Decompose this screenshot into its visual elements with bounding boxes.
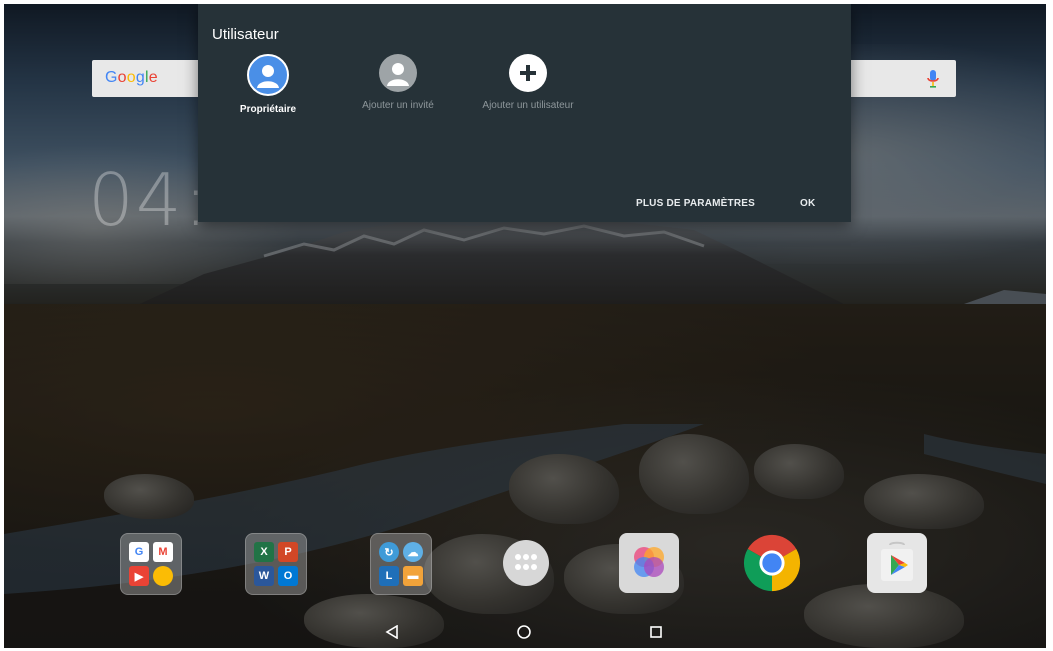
dialog-title: Utilisateur	[212, 26, 279, 43]
chrome-icon	[743, 534, 801, 592]
excel-icon: X	[254, 542, 274, 562]
add-user-icon	[509, 54, 547, 92]
user-add-user-label: Ajouter un utilisateur	[482, 100, 574, 111]
word-icon: W	[254, 566, 274, 586]
ok-button[interactable]: OK	[800, 198, 815, 209]
back-icon	[385, 625, 398, 639]
keep-icon	[153, 566, 173, 586]
play-store[interactable]	[867, 533, 927, 593]
guest-avatar-icon	[379, 54, 417, 92]
google-logo-letter: g	[135, 69, 145, 86]
folder-icon: G M ▶	[129, 542, 173, 586]
recents-button[interactable]	[644, 622, 668, 642]
google-logo-letter: e	[148, 69, 158, 86]
user-add-user[interactable]: Ajouter un utilisateur	[458, 54, 598, 111]
google-apps-folder[interactable]: G M ▶	[120, 533, 182, 595]
powerpoint-icon: P	[278, 542, 298, 562]
folder-icon: X P W O	[254, 542, 298, 586]
lenovo-apps-folder[interactable]: ↻ ☁ L ▬	[370, 533, 432, 595]
google-icon: G	[129, 542, 149, 562]
lenovo-icon: L	[379, 566, 399, 586]
more-settings-button[interactable]: PLUS DE PARAMÈTRES	[636, 198, 755, 209]
back-button[interactable]	[380, 622, 404, 642]
user-switcher-dialog: Utilisateur Propriétaire Ajouter un invi…	[198, 4, 851, 222]
outlook-icon: O	[278, 566, 298, 586]
circles-app-icon	[634, 547, 664, 577]
owner-avatar-icon	[247, 54, 289, 96]
sync-icon: ↻	[379, 542, 399, 562]
google-logo-letter: o	[117, 69, 127, 86]
office-apps-folder[interactable]: X P W O	[245, 533, 307, 595]
user-add-guest-label: Ajouter un invité	[362, 100, 434, 111]
play-store-icon	[881, 541, 913, 581]
recents-icon	[650, 626, 662, 638]
android-home-screen: Google 04: Utilisateur Propriétaire Ajou…	[4, 4, 1046, 648]
google-logo-letter: o	[126, 69, 136, 86]
home-clock: 04:	[88, 158, 210, 242]
user-add-guest[interactable]: Ajouter un invité	[328, 54, 468, 111]
app-drawer[interactable]	[496, 533, 556, 593]
home-icon	[517, 625, 531, 639]
app-drawer-icon	[503, 540, 549, 586]
circles-app[interactable]	[619, 533, 679, 593]
user-owner[interactable]: Propriétaire	[198, 54, 338, 115]
mic-icon[interactable]	[926, 69, 940, 89]
google-logo: Google	[105, 69, 158, 87]
cloud-icon: ☁	[403, 542, 423, 562]
file-icon: ▬	[403, 566, 423, 586]
google-logo-letter: G	[105, 69, 118, 86]
gmail-icon: M	[153, 542, 173, 562]
home-button[interactable]	[512, 622, 536, 642]
user-owner-label: Propriétaire	[239, 104, 297, 115]
chrome[interactable]	[742, 533, 802, 593]
folder-icon: ↻ ☁ L ▬	[379, 542, 423, 586]
youtube-icon: ▶	[129, 566, 149, 586]
